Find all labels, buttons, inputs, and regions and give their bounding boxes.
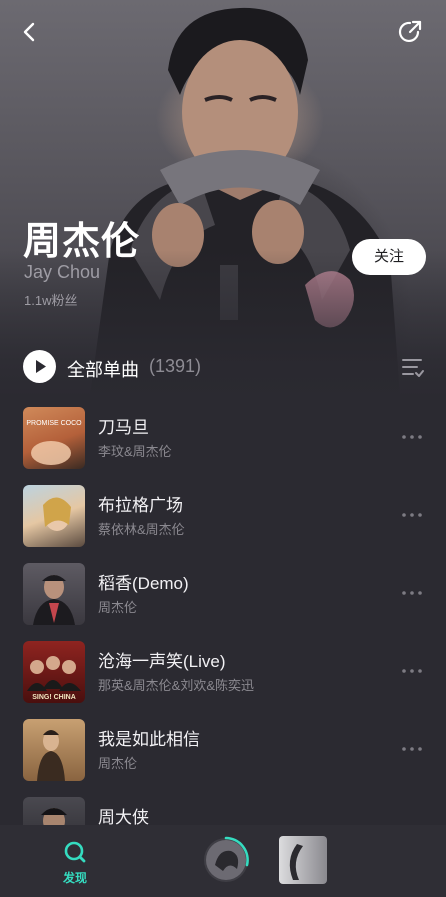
song-row[interactable]: 我是如此相信 周杰伦 bbox=[23, 719, 428, 783]
cover-text: SING! CHINA bbox=[32, 694, 76, 701]
song-count: (1391) bbox=[149, 356, 202, 376]
more-icon[interactable] bbox=[401, 745, 423, 753]
next-track-cover[interactable] bbox=[279, 836, 327, 884]
song-title: 沧海一声笑(Live) bbox=[98, 652, 226, 671]
artist-hero bbox=[0, 0, 446, 395]
song-cover bbox=[23, 719, 85, 781]
play-all-row[interactable]: 全部单曲 (1391) bbox=[23, 350, 428, 384]
discover-icon bbox=[64, 841, 86, 863]
bottom-nav-bar: 发现 bbox=[0, 825, 446, 897]
song-row[interactable]: PROMISE COCO 刀马旦 李玟&周杰伦 bbox=[23, 407, 428, 471]
song-cover bbox=[23, 563, 85, 625]
song-artist: 蔡依林&周杰伦 bbox=[98, 522, 185, 537]
now-playing-disc[interactable] bbox=[201, 835, 251, 885]
song-title: 我是如此相信 bbox=[98, 730, 200, 749]
song-cover: PROMISE COCO bbox=[23, 407, 85, 469]
song-cover: SING! CHINA bbox=[23, 641, 85, 703]
more-icon[interactable] bbox=[401, 511, 423, 519]
song-artist: 周杰伦 bbox=[98, 600, 138, 615]
more-icon[interactable] bbox=[401, 667, 423, 675]
fan-count: 1.1w粉丝 bbox=[24, 293, 78, 308]
play-all-button[interactable] bbox=[23, 350, 56, 383]
artist-english-name: Jay Chou bbox=[24, 262, 101, 282]
artist-name: 周杰伦 bbox=[23, 221, 141, 263]
song-title: 刀马旦 bbox=[98, 418, 149, 437]
share-icon[interactable] bbox=[396, 18, 424, 46]
song-artist: 那英&周杰伦&刘欢&陈奕迅 bbox=[98, 678, 255, 693]
song-title: 稻香(Demo) bbox=[98, 574, 189, 593]
follow-button[interactable]: 关注 bbox=[352, 239, 426, 275]
cover-text: PROMISE COCO bbox=[26, 420, 82, 427]
song-row[interactable]: 布拉格广场 蔡依林&周杰伦 bbox=[23, 485, 428, 549]
more-icon[interactable] bbox=[401, 433, 423, 441]
play-icon bbox=[36, 360, 46, 373]
play-all-label: 全部单曲 bbox=[67, 360, 139, 380]
nav-discover-label: 发现 bbox=[62, 871, 87, 885]
nav-discover[interactable]: 发现 bbox=[52, 839, 98, 885]
song-artist: 周杰伦 bbox=[98, 756, 138, 771]
song-title: 布拉格广场 bbox=[98, 496, 183, 515]
song-cover bbox=[23, 485, 85, 547]
song-row[interactable]: SING! CHINA 沧海一声笑(Live) 那英&周杰伦&刘欢&陈奕迅 bbox=[23, 641, 428, 705]
sort-icon[interactable] bbox=[401, 356, 425, 378]
song-artist: 李玟&周杰伦 bbox=[98, 444, 172, 459]
back-icon[interactable] bbox=[16, 18, 44, 46]
song-row[interactable]: 稻香(Demo) 周杰伦 bbox=[23, 563, 428, 627]
more-icon[interactable] bbox=[401, 589, 423, 597]
